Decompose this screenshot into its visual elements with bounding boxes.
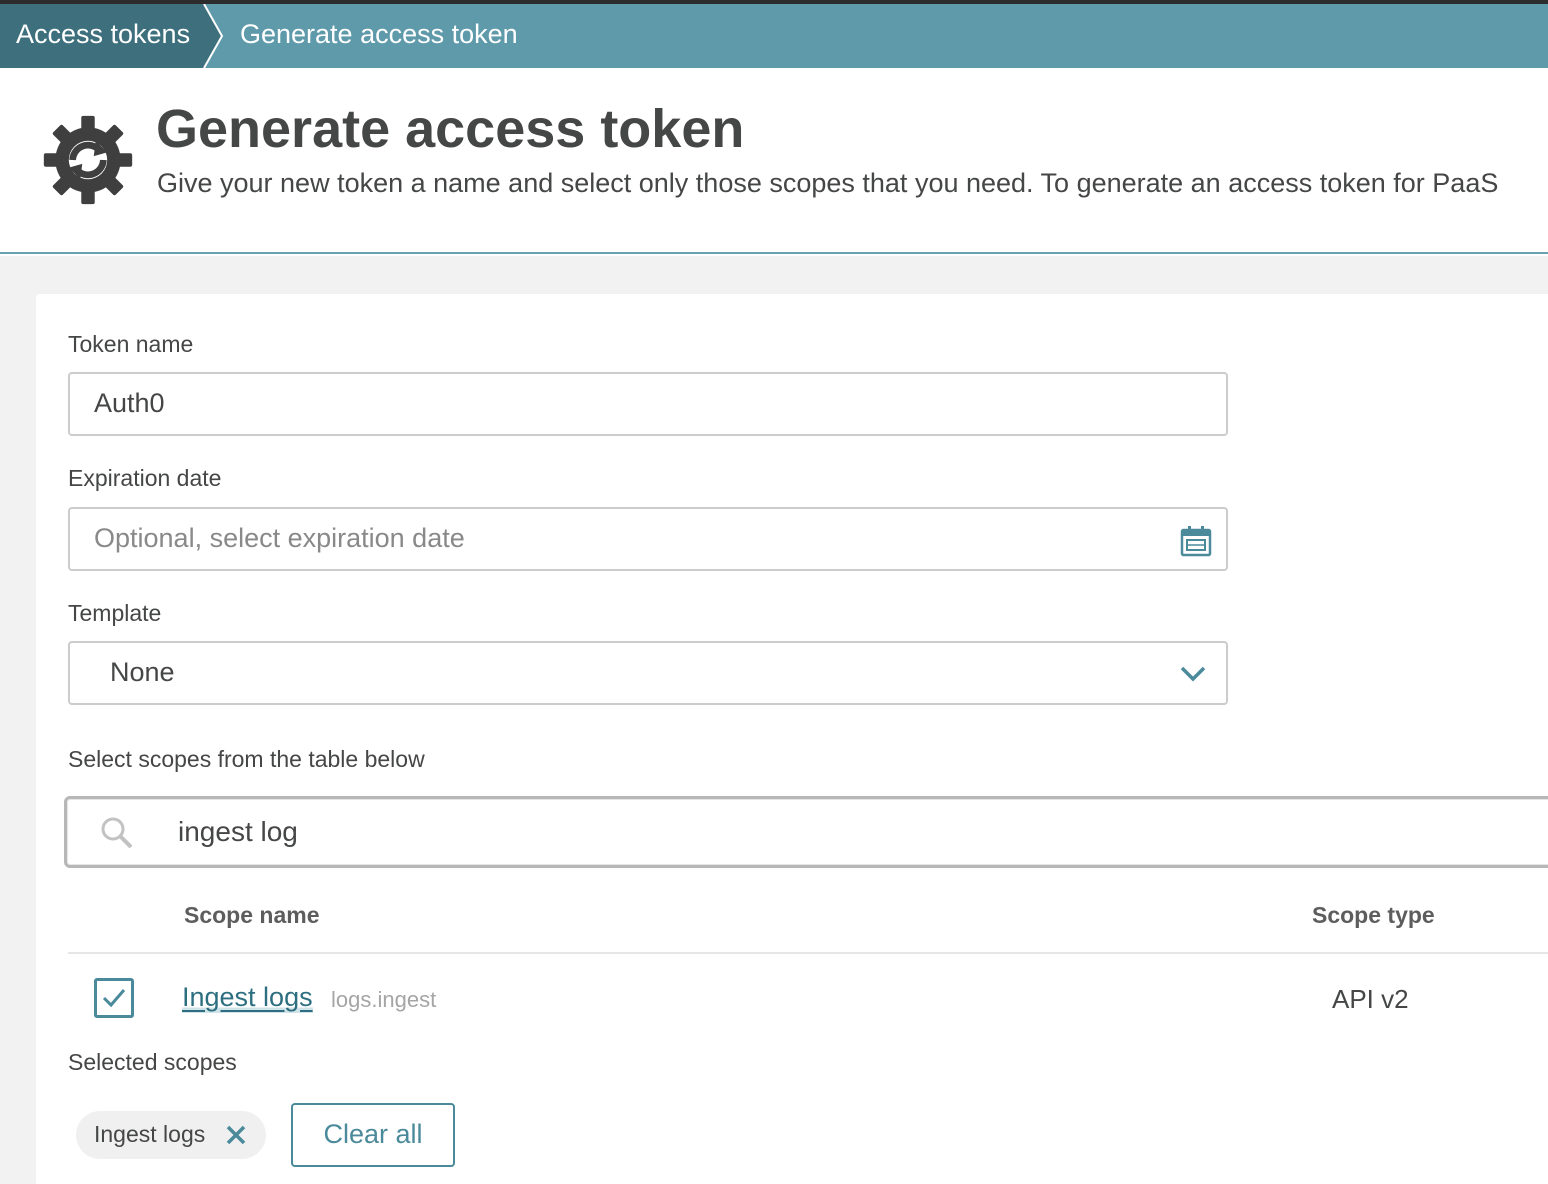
column-header-scope-type[interactable]: Scope type xyxy=(1312,902,1435,929)
breadcrumb-current: Generate access token xyxy=(240,19,518,49)
scope-search-value: ingest log xyxy=(178,816,298,847)
column-header-scope-name[interactable]: Scope name xyxy=(184,902,320,929)
page-header: Generate access token Give your new toke… xyxy=(0,68,1548,254)
selected-scope-chip-label: Ingest logs xyxy=(94,1121,206,1147)
expiration-date-placeholder: Optional, select expiration date xyxy=(94,523,465,553)
page-subtitle: Give your new token a name and select on… xyxy=(157,168,1499,198)
token-name-value: Auth0 xyxy=(94,388,165,418)
checkmark-icon xyxy=(102,989,126,1008)
breadcrumb: Access tokens Generate access token xyxy=(0,4,1548,68)
expiration-date-input[interactable]: Optional, select expiration date xyxy=(68,507,1228,571)
chevron-down-icon xyxy=(1180,666,1206,682)
scope-type-value: API v2 xyxy=(1332,984,1409,1014)
scope-identifier: logs.ingest xyxy=(331,987,437,1012)
scope-name-link[interactable]: Ingest logs xyxy=(182,982,313,1013)
gear-refresh-icon xyxy=(43,115,133,205)
close-icon[interactable] xyxy=(224,1123,248,1147)
scope-checkbox-ingest-logs[interactable] xyxy=(94,978,134,1018)
selected-scope-chip: Ingest logs xyxy=(76,1111,266,1159)
template-label: Template xyxy=(68,600,162,626)
expiration-date-label: Expiration date xyxy=(68,465,222,491)
clear-all-label: Clear all xyxy=(323,1119,423,1149)
breadcrumb-separator-icon xyxy=(203,4,224,68)
token-name-input[interactable]: Auth0 xyxy=(68,372,1228,436)
token-name-label: Token name xyxy=(68,331,194,357)
calendar-icon[interactable] xyxy=(1180,525,1212,557)
table-header-divider xyxy=(68,952,1548,954)
select-scopes-label: Select scopes from the table below xyxy=(68,746,425,772)
clear-all-button[interactable]: Clear all xyxy=(291,1103,455,1167)
template-select[interactable]: None xyxy=(68,641,1228,705)
template-selected-value: None xyxy=(110,657,175,687)
selected-scopes-label: Selected scopes xyxy=(68,1049,237,1075)
breadcrumb-link-access-tokens[interactable]: Access tokens xyxy=(16,19,190,50)
search-icon xyxy=(101,817,133,849)
scope-search-input[interactable]: ingest log xyxy=(64,796,1548,868)
page-title: Generate access token xyxy=(156,99,745,159)
